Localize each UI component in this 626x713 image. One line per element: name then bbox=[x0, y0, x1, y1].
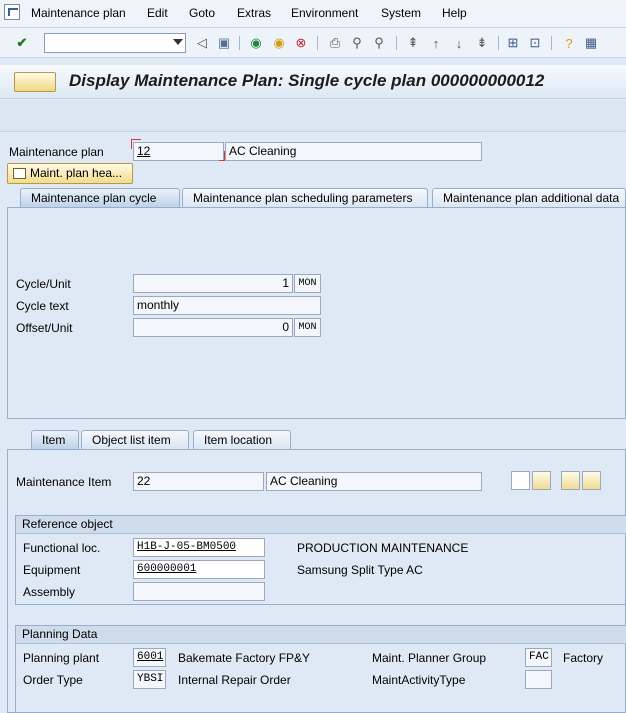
maint-plan-header-button[interactable]: Maint. plan hea... bbox=[7, 163, 133, 184]
title-bar: Display Maintenance Plan: Single cycle p… bbox=[0, 65, 626, 99]
menu-help[interactable]: Help bbox=[442, 6, 467, 20]
cycle-unit-label: Cycle/Unit bbox=[16, 277, 71, 291]
cancel-icon[interactable]: ⊗ bbox=[292, 34, 310, 52]
long-text-icon[interactable] bbox=[511, 471, 530, 490]
maintenance-item-number-field[interactable]: 22 bbox=[133, 472, 264, 491]
enter-check-icon[interactable]: ✔ bbox=[13, 34, 31, 52]
equipment-field[interactable]: 600000001 bbox=[133, 560, 265, 579]
assembly-label: Assembly bbox=[23, 585, 76, 599]
reference-object-header: Reference object bbox=[16, 516, 626, 534]
planning-plant-field[interactable]: 6001 bbox=[133, 648, 166, 667]
planner-group-description: Factory bbox=[563, 651, 604, 665]
menu-system[interactable]: System bbox=[381, 6, 421, 20]
maintenance-plan-label: Maintenance plan bbox=[9, 145, 104, 159]
print-icon[interactable]: ⎙ bbox=[326, 34, 344, 52]
maintenance-plan-number-field[interactable]: 12 bbox=[133, 142, 224, 161]
tab-additional-data[interactable]: Maintenance plan additional data bbox=[432, 188, 626, 208]
menu-edit[interactable]: Edit bbox=[147, 6, 168, 20]
find-icon[interactable]: ⚲ bbox=[348, 34, 366, 52]
order-type-label: Order Type bbox=[23, 673, 83, 687]
page-title: Display Maintenance Plan: Single cycle p… bbox=[69, 71, 545, 90]
assembly-field[interactable] bbox=[133, 582, 265, 601]
order-type-field[interactable]: YBSI bbox=[133, 670, 166, 689]
maint-activity-type-field[interactable] bbox=[525, 670, 552, 689]
offset-unit-field[interactable]: MON bbox=[294, 318, 321, 337]
exit-icon[interactable]: ◉ bbox=[270, 34, 288, 52]
functional-location-field[interactable]: H1B-J-05-BM0500 bbox=[133, 538, 265, 557]
last-page-icon[interactable]: ⇟ bbox=[473, 34, 491, 52]
save-icon[interactable]: ▣ bbox=[215, 34, 233, 52]
maintenance-plan-text-field[interactable]: AC Cleaning bbox=[225, 142, 482, 161]
find-next-icon[interactable]: ⚲ bbox=[370, 34, 388, 52]
cycle-value-field[interactable]: 1 bbox=[133, 274, 293, 293]
previous-page-icon[interactable]: ↑ bbox=[427, 34, 445, 52]
cycle-text-label: Cycle text bbox=[16, 299, 69, 313]
header-icon bbox=[13, 168, 26, 179]
tab-scheduling-parameters[interactable]: Maintenance plan scheduling parameters bbox=[182, 188, 428, 208]
functional-location-label: Functional loc. bbox=[23, 541, 101, 555]
application-toolbar-strip bbox=[0, 100, 626, 132]
menu-extras[interactable]: Extras bbox=[237, 6, 271, 20]
tab-maintenance-plan-cycle[interactable]: Maintenance plan cycle bbox=[20, 188, 180, 208]
tab-item-location[interactable]: Item location bbox=[193, 430, 291, 450]
tab-item[interactable]: Item bbox=[31, 430, 79, 450]
maintenance-item-text-field[interactable]: AC Cleaning bbox=[266, 472, 482, 491]
offset-value-field[interactable]: 0 bbox=[133, 318, 293, 337]
planning-plant-label: Planning plant bbox=[23, 651, 100, 665]
planning-plant-description: Bakemate Factory FP&Y bbox=[178, 651, 311, 665]
order-type-description: Internal Repair Order bbox=[178, 673, 291, 687]
menu-environment[interactable]: Environment bbox=[291, 6, 358, 20]
display-change-toggle-button[interactable] bbox=[14, 72, 56, 92]
back-icon[interactable]: ◉ bbox=[247, 34, 265, 52]
tab-object-list-item[interactable]: Object list item bbox=[81, 430, 189, 450]
object-list-icon[interactable] bbox=[561, 471, 580, 490]
new-session-icon[interactable]: ⊞ bbox=[504, 34, 522, 52]
functional-location-description: PRODUCTION MAINTENANCE bbox=[297, 541, 469, 555]
planning-data-header: Planning Data bbox=[16, 626, 626, 644]
maintenance-item-label: Maintenance Item bbox=[16, 475, 112, 489]
chevron-down-icon[interactable] bbox=[173, 39, 183, 45]
cycle-unit-field[interactable]: MON bbox=[294, 274, 321, 293]
menu-maintenance-plan[interactable]: Maintenance plan bbox=[31, 6, 126, 20]
menu-bar: Maintenance plan Edit Goto Extras Enviro… bbox=[0, 0, 626, 28]
menu-goto[interactable]: Goto bbox=[189, 6, 215, 20]
next-page-icon[interactable]: ↓ bbox=[450, 34, 468, 52]
equipment-label: Equipment bbox=[23, 563, 81, 577]
command-input[interactable] bbox=[45, 34, 165, 52]
layout-menu-icon[interactable]: ▦ bbox=[582, 34, 600, 52]
standard-toolbar: ✔ ◁ ▣ ◉ ◉ ⊗ ⎙ ⚲ ⚲ ⇞ ↑ ↓ ⇟ ⊞ ⊡ ? ▦ bbox=[0, 28, 626, 58]
planner-group-field[interactable]: FAC bbox=[525, 648, 552, 667]
back-arrow-icon[interactable]: ◁ bbox=[193, 34, 211, 52]
cycle-text-field[interactable]: monthly bbox=[133, 296, 321, 315]
command-field[interactable] bbox=[44, 33, 186, 53]
planner-group-label: Maint. Planner Group bbox=[372, 651, 487, 665]
long-text-edit-icon[interactable] bbox=[532, 471, 551, 490]
offset-unit-label: Offset/Unit bbox=[16, 321, 73, 335]
first-page-icon[interactable]: ⇞ bbox=[404, 34, 422, 52]
help-icon[interactable]: ? bbox=[560, 34, 578, 52]
maint-activity-type-label: MaintActivityType bbox=[372, 673, 466, 687]
shortcut-icon[interactable]: ⊡ bbox=[526, 34, 544, 52]
equipment-description: Samsung Split Type AC bbox=[297, 563, 423, 577]
object-edit-icon[interactable] bbox=[582, 471, 601, 490]
system-menu-icon[interactable] bbox=[4, 4, 20, 20]
